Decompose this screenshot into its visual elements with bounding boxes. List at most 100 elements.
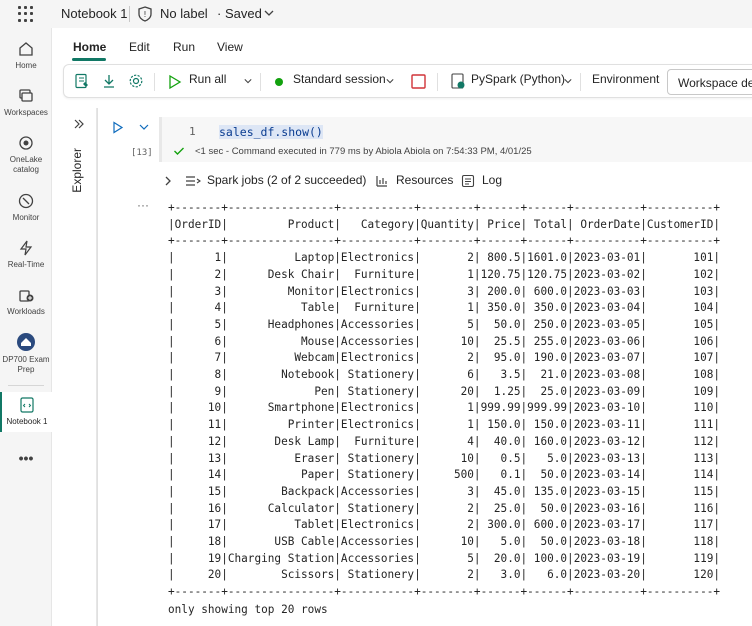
workspace-icon <box>17 333 35 351</box>
spark-jobs-button[interactable]: Spark jobs (2 of 2 succeeded) <box>207 173 366 187</box>
table-border: +-------+----------------+-----------+--… <box>168 201 721 214</box>
language-label: PySpark (Python) <box>471 72 566 86</box>
app-launcher-icon[interactable] <box>18 6 34 22</box>
download-icon[interactable] <box>101 73 117 89</box>
environment-select[interactable]: Workspace default <box>667 69 752 95</box>
tab-edit[interactable]: Edit <box>129 40 150 54</box>
title-bar: Notebook 1 ! No label · Saved <box>0 0 752 28</box>
code-text: sales_df.show() <box>219 125 323 139</box>
table-header-row: |OrderID| Product| Category|Quantity| Pr… <box>168 217 721 231</box>
active-tab-indicator <box>72 58 106 61</box>
table-row: | 11| Printer|Electronics| 1| 150.0| 150… <box>168 418 721 432</box>
log-button[interactable]: Log <box>482 173 502 187</box>
nav-notebook-label: Notebook 1 <box>6 417 48 426</box>
nav-workspaces-label: Workspaces <box>4 108 48 117</box>
table-row: | 2| Desk Chair| Furniture| 1|120.75|120… <box>168 267 721 281</box>
table-border: +-------+----------------+-----------+--… <box>168 234 721 248</box>
language-dropdown[interactable]: PySpark (Python) <box>450 65 574 99</box>
play-icon <box>169 74 182 90</box>
nav-notebook1[interactable]: Notebook 1 <box>0 392 52 432</box>
table-row: | 12| Desk Lamp| Furniture| 4| 40.0| 160… <box>168 434 721 448</box>
code-line[interactable]: sales_df.show() <box>219 125 323 139</box>
chevron-down-icon[interactable] <box>244 77 252 85</box>
left-navigation: Home Workspaces OneLake catalog Monitor … <box>0 28 52 626</box>
pyspark-icon <box>451 73 465 89</box>
collapse-cell-icon[interactable] <box>138 122 150 132</box>
gear-icon[interactable] <box>128 73 144 89</box>
save-status: · Saved <box>217 6 262 21</box>
nav-home-label: Home <box>15 61 37 70</box>
run-all-label: Run all <box>189 72 227 86</box>
nav-workspace-dp700[interactable]: DP700 Exam Prep <box>0 332 52 375</box>
table-row: | 17| Tablet|Electronics| 2| 300.0| 600.… <box>168 518 721 532</box>
run-all-button[interactable]: Run all <box>168 65 252 99</box>
tab-view[interactable]: View <box>217 40 243 54</box>
nav-realtime[interactable]: Real-Time <box>0 239 52 269</box>
toolbar-divider <box>580 73 581 91</box>
resources-icon <box>376 176 387 187</box>
success-check-icon <box>174 147 184 155</box>
toolbar-divider <box>154 73 155 91</box>
nav-workloads-label: Workloads <box>7 307 45 316</box>
session-label: Standard session <box>293 72 386 86</box>
tab-home[interactable]: Home <box>73 40 106 54</box>
table-row: | 18| USB Cable|Accessories| 10| 5.0| 50… <box>168 535 721 549</box>
notebook-settings-icon[interactable] <box>74 73 90 89</box>
nav-monitor[interactable]: Monitor <box>0 192 52 222</box>
title-divider <box>129 6 130 22</box>
table-border: +-------+----------------+-----------+--… <box>168 585 721 599</box>
more-icon[interactable]: ••• <box>0 450 52 466</box>
output-footer: only showing top 20 rows <box>168 602 328 616</box>
chevron-down-icon <box>386 79 394 84</box>
sensitivity-label[interactable]: No label <box>160 6 208 21</box>
notebook-title[interactable]: Notebook 1 <box>61 6 128 21</box>
table-row: | 4| Table| Furniture| 1| 350.0| 350.0|2… <box>168 301 721 315</box>
table-row: | 1| Laptop|Electronics| 2| 800.5|1601.0… <box>168 251 721 265</box>
table-row: | 8| Notebook| Stationery| 6| 3.5| 21.0|… <box>168 368 721 382</box>
toolbar-divider <box>437 73 438 91</box>
table-row: | 20| Scissors| Stationery| 2| 3.0| 6.0|… <box>168 568 721 582</box>
table-row: | 7| Webcam|Electronics| 2| 95.0| 190.0|… <box>168 351 721 365</box>
sensitivity-shield-icon[interactable]: ! <box>138 6 152 22</box>
monitor-icon <box>18 193 34 209</box>
nav-workloads[interactable]: Workloads <box>0 286 52 316</box>
ribbon-tabs: Home Edit Run View <box>52 28 752 64</box>
run-cell-icon[interactable] <box>112 121 124 134</box>
table-row: | 3| Monitor|Electronics| 3| 200.0| 600.… <box>168 284 721 298</box>
table-row: | 15| Backpack|Accessories| 3| 45.0| 135… <box>168 484 721 498</box>
nav-onelake[interactable]: OneLake catalog <box>0 134 52 175</box>
chevron-down-icon[interactable] <box>264 8 274 18</box>
table-row: | 9| Pen| Stationery| 20| 1.25| 25.0|202… <box>168 384 721 398</box>
nav-workspaces[interactable]: Workspaces <box>0 87 52 117</box>
log-icon <box>461 174 475 188</box>
nav-monitor-label: Monitor <box>12 213 40 222</box>
line-number: 1 <box>189 125 196 138</box>
table-row: | 13| Eraser| Stationery| 10| 0.5| 5.0|2… <box>168 451 721 465</box>
workloads-icon <box>19 290 34 302</box>
stop-session-icon[interactable] <box>411 74 426 89</box>
nav-divider <box>8 385 44 386</box>
realtime-icon <box>19 240 33 256</box>
workspaces-icon <box>19 89 33 102</box>
table-row: | 16| Calculator| Stationery| 2| 25.0| 5… <box>168 501 721 515</box>
explorer-label[interactable]: Explorer <box>70 148 84 193</box>
chevron-right-icon[interactable] <box>163 175 173 187</box>
execution-count: [13] <box>131 148 153 158</box>
panel-divider <box>96 108 97 626</box>
nav-home[interactable]: Home <box>0 40 52 70</box>
session-status-dot <box>275 78 283 86</box>
command-toolbar: Run all Standard session PySpark (Python… <box>63 64 752 98</box>
home-icon <box>19 42 33 56</box>
notebook-icon <box>20 397 34 413</box>
output-more-options[interactable]: ··· <box>137 198 149 212</box>
explorer-panel: Explorer <box>62 108 98 626</box>
resources-button[interactable]: Resources <box>396 173 453 187</box>
table-row: | 19|Charging Station|Accessories| 5| 20… <box>168 551 721 565</box>
tab-run[interactable]: Run <box>173 40 195 54</box>
table-row: | 14| Paper| Stationery| 500| 0.1| 50.0|… <box>168 468 721 482</box>
table-row: | 10| Smartphone|Electronics| 1|999.99|9… <box>168 401 721 415</box>
session-dropdown[interactable]: Standard session <box>275 65 395 99</box>
cell-output-table: +-------+----------------+-----------+--… <box>168 200 720 619</box>
expand-explorer-icon[interactable] <box>73 118 85 130</box>
execution-status: <1 sec - Command executed in 779 ms by A… <box>195 146 532 157</box>
